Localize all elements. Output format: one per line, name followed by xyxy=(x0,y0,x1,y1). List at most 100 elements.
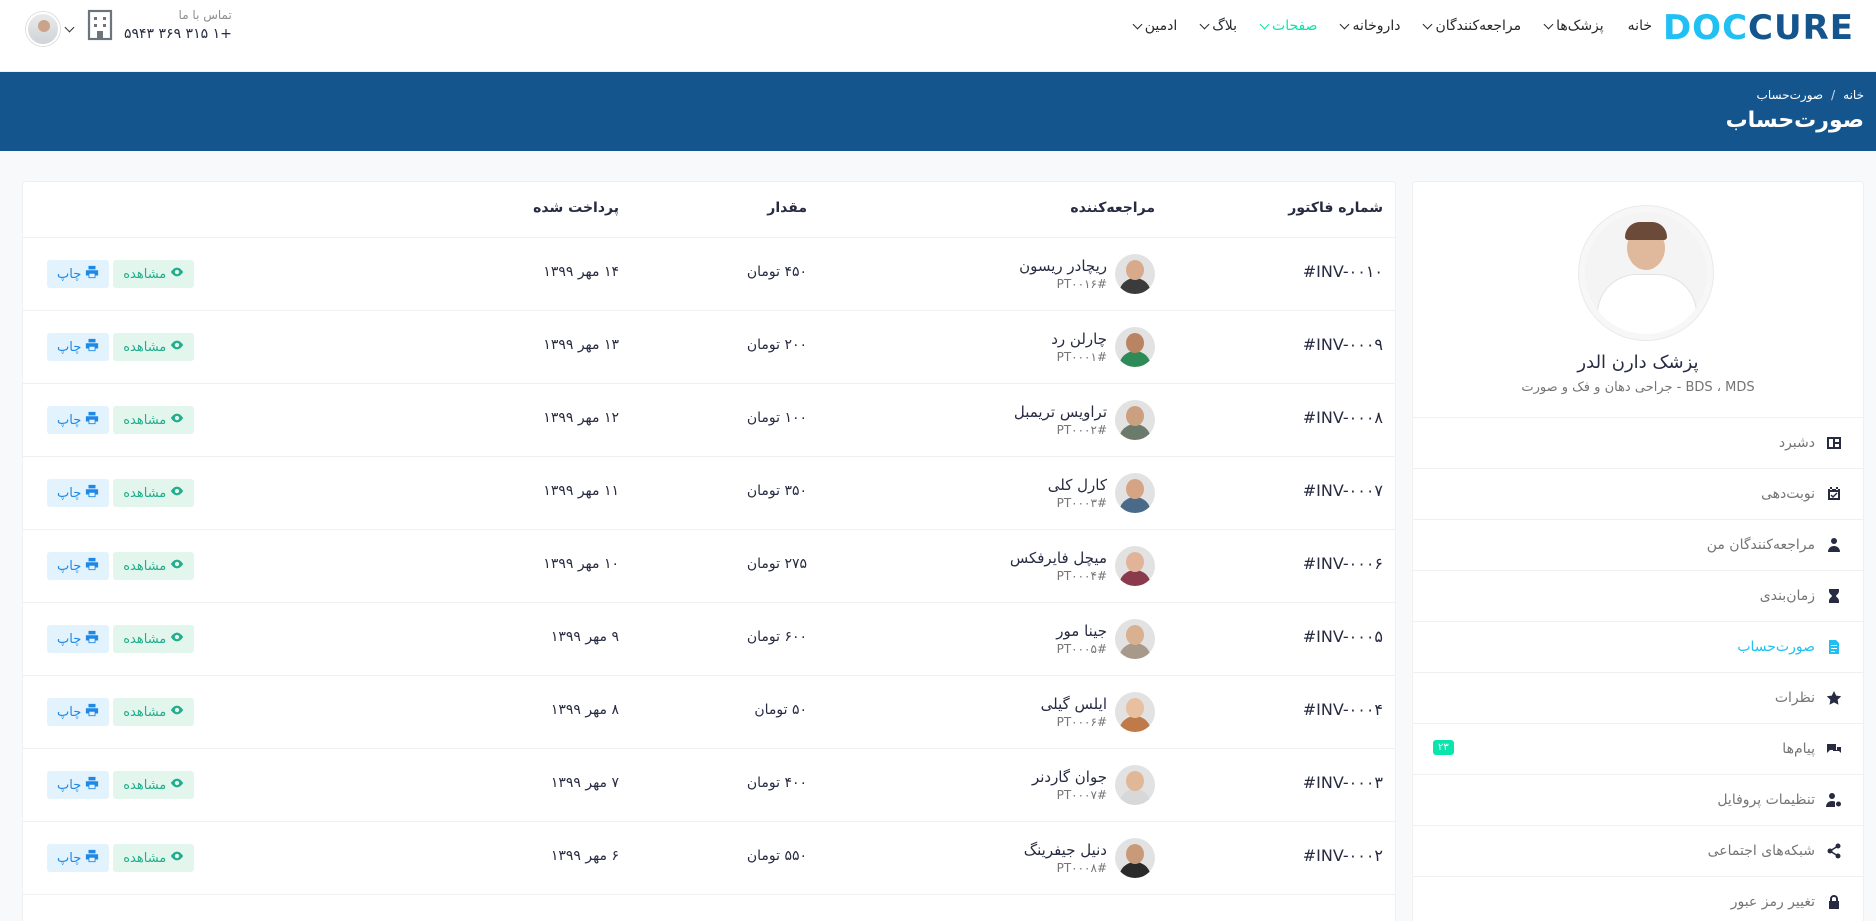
view-button[interactable]: مشاهده xyxy=(113,844,195,872)
invoice-number[interactable]: #INV-۰۰۰۴ xyxy=(1303,700,1383,719)
invoice-number[interactable]: #INV-۰۰۰۵ xyxy=(1303,627,1383,646)
view-button[interactable]: مشاهده xyxy=(113,625,195,653)
doctor-name: پزشک دارن الدر xyxy=(1577,352,1699,373)
contact-info: تماس با ما +۱ ۳۱۵ ۳۶۹ ۵۹۴۳ xyxy=(86,8,232,42)
patient-info[interactable]: جینا مور #PT۰۰۰۵ xyxy=(1056,619,1155,659)
print-button[interactable]: چاپ xyxy=(47,479,110,507)
patient-info[interactable]: تراویس تریمبل #PT۰۰۰۲ xyxy=(1014,400,1155,440)
sidebar-item[interactable]: شبکه‌های اجتماعی xyxy=(1413,826,1863,877)
patient-avatar[interactable] xyxy=(1115,765,1155,805)
sidebar-item-label: تغییر رمز عبور xyxy=(1730,894,1815,910)
patient-info[interactable]: چارلن رد #PT۰۰۰۱ xyxy=(1051,327,1155,367)
patient-id: #PT۰۰۰۴ xyxy=(1056,569,1107,583)
view-button[interactable]: مشاهده xyxy=(113,260,195,288)
patient-info[interactable]: میچل فایرفکس #PT۰۰۰۴ xyxy=(1010,546,1155,586)
comments-icon xyxy=(1825,740,1843,758)
view-button[interactable]: مشاهده xyxy=(113,698,195,726)
breadcrumb-home[interactable]: خانه xyxy=(1843,88,1864,102)
nav-item[interactable]: داروخانه xyxy=(1329,14,1412,38)
print-button[interactable]: چاپ xyxy=(47,625,110,653)
sidebar-item[interactable]: نظرات xyxy=(1413,673,1863,724)
nav-item[interactable]: مراجعه‌کنندگان xyxy=(1412,14,1533,38)
invoice-number[interactable]: #INV-۰۰۰۸ xyxy=(1303,408,1383,427)
nav-item[interactable]: ادمین xyxy=(1122,14,1190,38)
print-button-label: چاپ xyxy=(57,412,82,428)
patient-avatar[interactable] xyxy=(1115,473,1155,513)
view-button[interactable]: مشاهده xyxy=(113,771,195,799)
nav-item[interactable]: پزشک‌ها xyxy=(1533,14,1616,38)
patient-avatar[interactable] xyxy=(1115,546,1155,586)
print-button-label: چاپ xyxy=(57,850,82,866)
doctor-specialty: BDS ، MDS - جراحی دهان و فک و صورت xyxy=(1521,380,1755,395)
patient-name[interactable]: تراویس تریمبل xyxy=(1014,403,1107,421)
invoice-amount: ۱۰۰ تومان xyxy=(746,410,807,426)
patient-avatar[interactable] xyxy=(1115,400,1155,440)
nav-item[interactable]: صفحات xyxy=(1249,14,1329,38)
sidebar-item[interactable]: پیام‌ها ۲۳ xyxy=(1413,724,1863,775)
view-button[interactable]: مشاهده xyxy=(113,406,195,434)
invoice-number[interactable]: #INV-۰۰۱۰ xyxy=(1303,262,1383,281)
eye-icon xyxy=(170,265,184,283)
sidebar-item[interactable]: دشبرد xyxy=(1413,418,1863,469)
star-icon xyxy=(1825,689,1843,707)
patient-info[interactable]: ریچادر ریسون #PT۰۰۱۶ xyxy=(1019,254,1155,294)
invoice-number[interactable]: #INV-۰۰۰۶ xyxy=(1303,554,1383,573)
view-button[interactable]: مشاهده xyxy=(113,552,195,580)
patient-name[interactable]: دنیل جیفرینگ xyxy=(1024,841,1107,859)
avatar[interactable] xyxy=(26,12,60,46)
view-button-label: مشاهده xyxy=(123,777,167,793)
logo[interactable]: DOCCURE xyxy=(1663,8,1854,48)
print-button[interactable]: چاپ xyxy=(47,552,110,580)
nav-item[interactable]: بلاگ xyxy=(1189,14,1249,38)
sidebar-item[interactable]: مراجعه‌کنندگان من xyxy=(1413,520,1863,571)
invoice-number[interactable]: #INV-۰۰۰۷ xyxy=(1303,481,1383,500)
patient-avatar[interactable] xyxy=(1115,327,1155,367)
sidebar-item[interactable]: نوبت‌دهی xyxy=(1413,469,1863,520)
patient-name[interactable]: چارلن رد xyxy=(1051,330,1107,348)
sidebar-item[interactable]: زمان‌بندی xyxy=(1413,571,1863,622)
view-button[interactable]: مشاهده xyxy=(113,333,195,361)
patient-info[interactable]: ایلس گیلی #PT۰۰۰۶ xyxy=(1041,692,1155,732)
patient-info[interactable]: دنیل جیفرینگ #PT۰۰۰۸ xyxy=(1024,838,1155,878)
sidebar-item[interactable]: تنظیمات پروفایل xyxy=(1413,775,1863,826)
sidebar-item[interactable]: صورت‌حساب xyxy=(1413,622,1863,673)
patient-name[interactable]: جینا مور xyxy=(1056,622,1107,640)
print-button-label: چاپ xyxy=(57,777,82,793)
print-button[interactable]: چاپ xyxy=(47,406,110,434)
print-button[interactable]: چاپ xyxy=(47,771,110,799)
patient-name[interactable]: ایلس گیلی xyxy=(1041,695,1107,713)
patient-id: #PT۰۰۰۲ xyxy=(1056,423,1107,437)
print-button[interactable]: چاپ xyxy=(47,698,110,726)
user-menu[interactable] xyxy=(26,12,75,46)
view-button-label: مشاهده xyxy=(123,339,167,355)
user-cog-icon xyxy=(1825,791,1843,809)
view-button-label: مشاهده xyxy=(123,631,167,647)
patient-name[interactable]: جوان گاردنر xyxy=(1032,768,1107,786)
print-button[interactable]: چاپ xyxy=(47,260,110,288)
invoice-number[interactable]: #INV-۰۰۰۹ xyxy=(1303,335,1383,354)
patient-name[interactable]: کارل کلی xyxy=(1048,476,1107,494)
sidebar-item[interactable]: تغییر رمز عبور xyxy=(1413,877,1863,921)
patient-avatar[interactable] xyxy=(1115,838,1155,878)
nav-item-label: مراجعه‌کنندگان xyxy=(1435,18,1522,34)
patient-name[interactable]: میچل فایرفکس xyxy=(1010,549,1107,567)
row-actions: مشاهده چاپ xyxy=(47,406,195,434)
table-row: #INV-۰۰۱۰ ریچادر ریسون #PT۰۰۱۶ ۴۵۰ تومان ۱۴ … xyxy=(23,238,1395,311)
invoice-number[interactable]: #INV-۰۰۰۲ xyxy=(1303,846,1383,865)
patient-avatar[interactable] xyxy=(1115,619,1155,659)
patient-info[interactable]: جوان گاردنر #PT۰۰۰۷ xyxy=(1032,765,1155,805)
row-actions: مشاهده چاپ xyxy=(47,698,195,726)
print-button[interactable]: چاپ xyxy=(47,844,110,872)
calendar-check-icon xyxy=(1825,485,1843,503)
nav-item[interactable]: خانه xyxy=(1616,14,1664,38)
invoice-number[interactable]: #INV-۰۰۰۳ xyxy=(1303,773,1383,792)
chevron-down-icon xyxy=(1543,19,1554,29)
row-actions: مشاهده چاپ xyxy=(47,552,195,580)
patient-info[interactable]: کارل کلی #PT۰۰۰۳ xyxy=(1048,473,1155,513)
patient-avatar[interactable] xyxy=(1115,254,1155,294)
print-icon xyxy=(85,630,99,648)
view-button[interactable]: مشاهده xyxy=(113,479,195,507)
print-button[interactable]: چاپ xyxy=(47,333,110,361)
patient-avatar[interactable] xyxy=(1115,692,1155,732)
patient-name[interactable]: ریچادر ریسون xyxy=(1019,257,1107,275)
